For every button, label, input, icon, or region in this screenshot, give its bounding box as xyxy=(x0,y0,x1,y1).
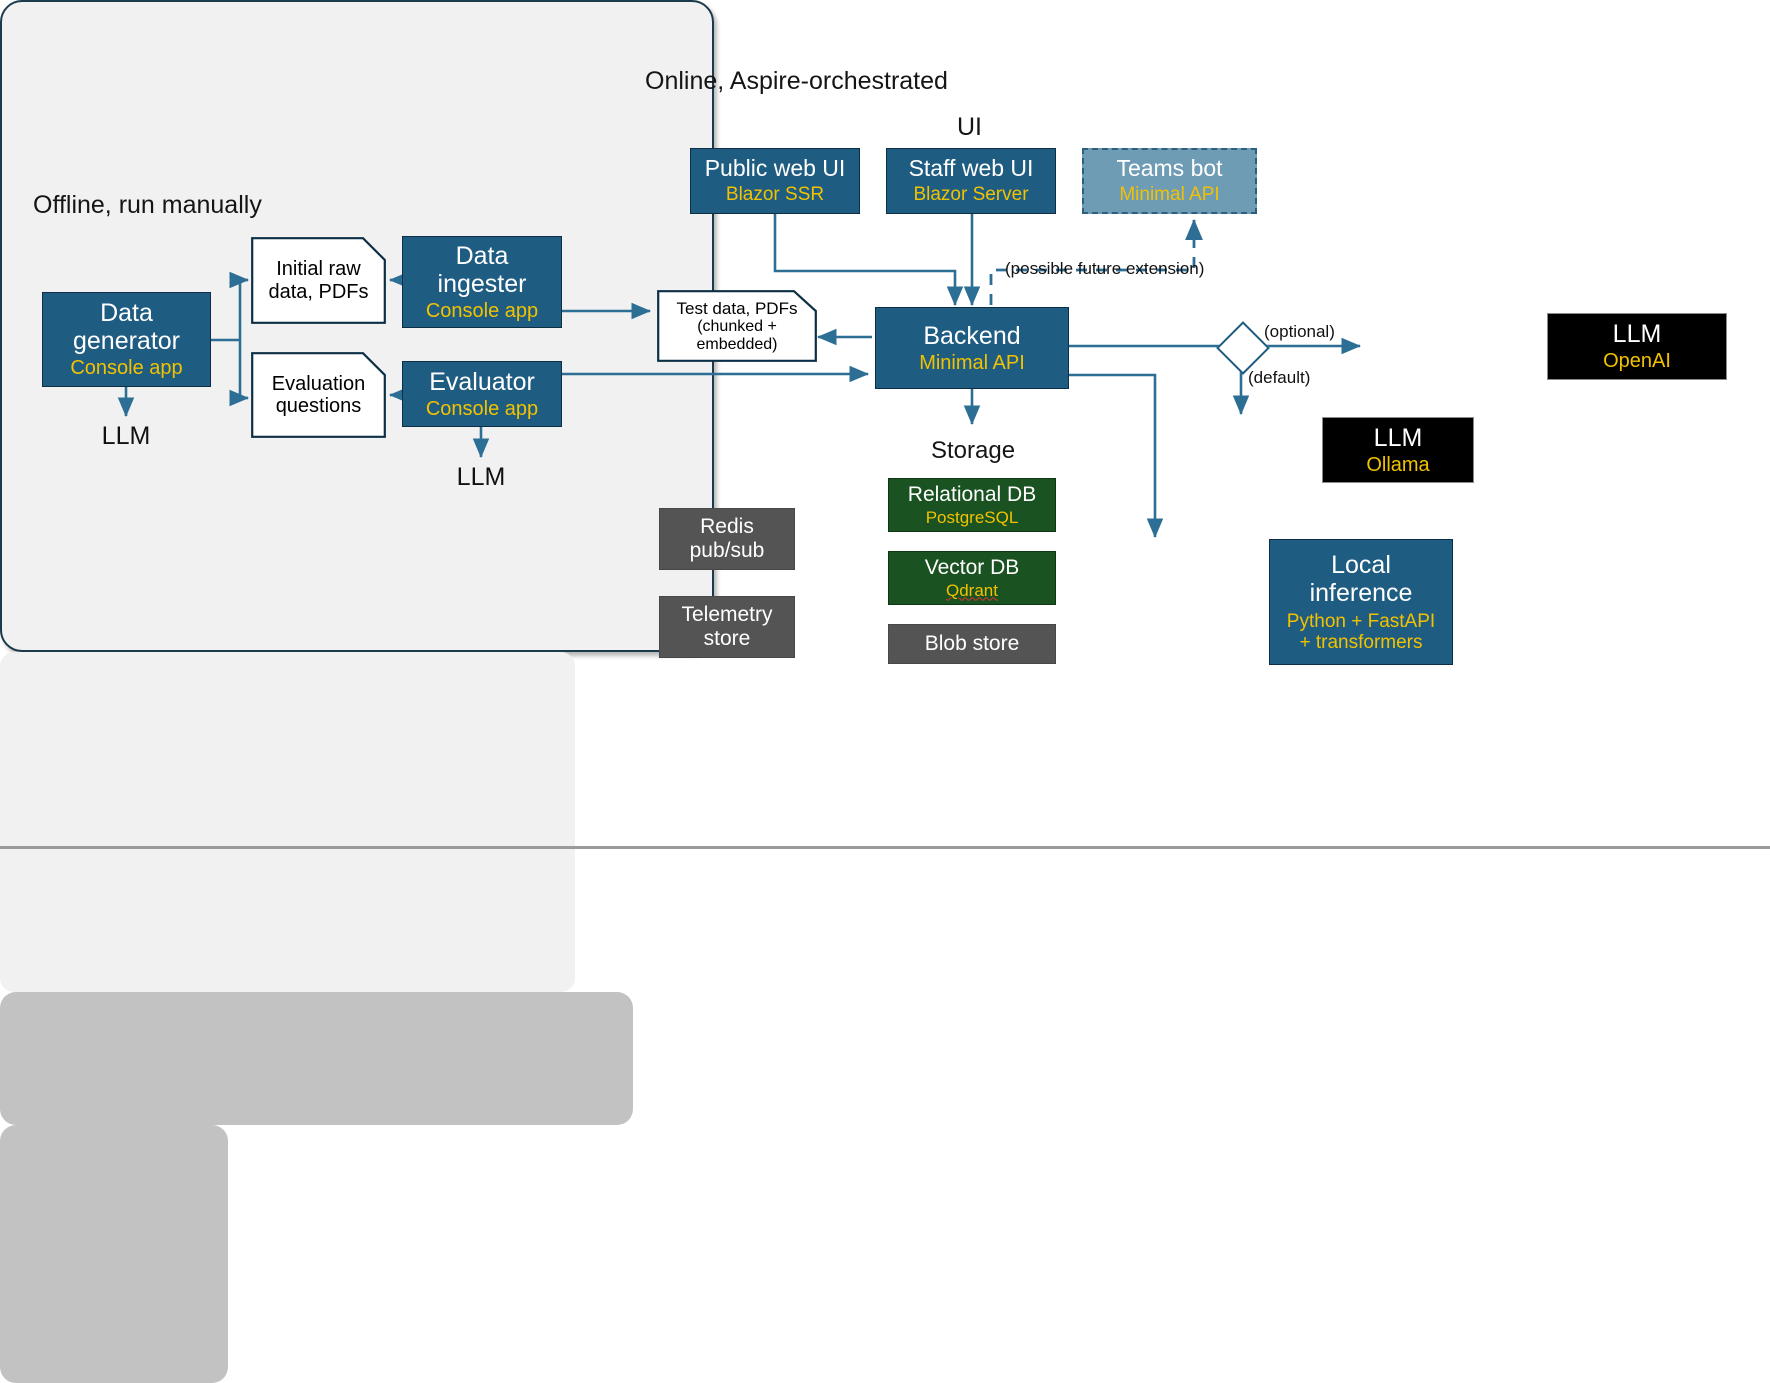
node-test-data-pdfs-line3: embedded) xyxy=(696,335,778,353)
node-local-inference-subtitle: Python + FastAPI xyxy=(1286,610,1436,632)
node-data-generator-line1: Data xyxy=(100,299,153,328)
group-ui xyxy=(0,992,633,1125)
node-test-data-pdfs[interactable]: Test data, PDFs (chunked + embedded) xyxy=(657,290,817,362)
node-initial-raw-data[interactable]: Initial raw data, PDFs xyxy=(251,237,386,324)
node-telemetry-store-line1: Telemetry xyxy=(681,603,773,627)
node-staff-web-ui-subtitle: Blazor Server xyxy=(913,184,1029,206)
node-llm-openai-line1: LLM xyxy=(1612,320,1662,349)
node-llm-openai[interactable]: LLM OpenAI xyxy=(1547,313,1727,380)
node-evaluation-questions-line2: questions xyxy=(275,395,362,417)
node-data-ingester[interactable]: Data ingester Console app xyxy=(402,236,562,328)
node-evaluator-subtitle: Console app xyxy=(425,397,539,420)
node-test-data-pdfs-line2: (chunked + xyxy=(697,317,777,335)
group-storage-title: Storage xyxy=(931,437,1016,464)
node-data-ingester-subtitle: Console app xyxy=(425,299,539,322)
node-data-ingester-line1: Data xyxy=(455,241,509,270)
node-llm-openai-subtitle: OpenAI xyxy=(1603,350,1671,373)
node-evaluator[interactable]: Evaluator Console app xyxy=(402,361,562,427)
node-teams-bot-subtitle: Minimal API xyxy=(1119,184,1220,206)
node-initial-raw-data-line2: data, PDFs xyxy=(268,280,369,303)
node-staff-web-ui-line1: Staff web UI xyxy=(908,155,1034,182)
node-vector-db[interactable]: Vector DB Qdrant xyxy=(888,551,1056,605)
node-public-web-ui-line1: Public web UI xyxy=(704,155,846,182)
node-llm-offline-evaluator: LLM xyxy=(456,463,506,491)
node-evaluator-line1: Evaluator xyxy=(429,367,535,396)
node-staff-web-ui[interactable]: Staff web UI Blazor Server xyxy=(886,148,1056,214)
node-telemetry-store-line2: store xyxy=(703,627,751,650)
node-data-generator-subtitle: Console app xyxy=(70,357,183,380)
node-relational-db-line1: Relational DB xyxy=(907,483,1037,507)
node-data-ingester-line2: ingester xyxy=(437,269,527,298)
node-backend-line1: Backend xyxy=(923,321,1021,350)
node-vector-db-line1: Vector DB xyxy=(924,556,1020,580)
group-online-title: Online, Aspire-orchestrated xyxy=(645,67,948,95)
node-llm-offline-generator: LLM xyxy=(101,422,151,450)
node-local-inference[interactable]: Local inference Python + FastAPI + trans… xyxy=(1269,539,1453,665)
node-blob-store[interactable]: Blob store xyxy=(888,624,1056,664)
node-llm-ollama-subtitle: Ollama xyxy=(1366,453,1430,476)
node-llm-ollama-line1: LLM xyxy=(1373,423,1423,452)
node-local-inference-subtitle2: + transformers xyxy=(1299,632,1423,653)
node-redis-pubsub[interactable]: Redis pub/sub xyxy=(659,508,795,570)
node-redis-pubsub-line2: pub/sub xyxy=(689,539,765,562)
node-data-generator-line2: generator xyxy=(72,327,181,356)
node-public-web-ui[interactable]: Public web UI Blazor SSR xyxy=(690,148,860,214)
node-test-data-pdfs-line1: Test data, PDFs xyxy=(676,298,798,318)
node-initial-raw-data-line1: Initial raw xyxy=(276,258,361,281)
node-teams-bot-line1: Teams bot xyxy=(1116,155,1223,182)
node-data-generator[interactable]: Data generator Console app xyxy=(42,292,211,387)
edge-label-future-extension: (possible future extension) xyxy=(1005,259,1205,278)
group-offline-title: Offline, run manually xyxy=(33,191,262,219)
group-storage xyxy=(0,1125,228,1383)
node-local-inference-line1: Local xyxy=(1331,550,1391,579)
node-vector-db-subtitle: Qdrant xyxy=(946,580,998,600)
bottom-divider xyxy=(0,846,1770,849)
node-blob-store-line1: Blob store xyxy=(924,632,1020,656)
node-evaluation-questions[interactable]: Evaluation questions xyxy=(251,352,386,438)
node-relational-db-subtitle: PostgreSQL xyxy=(925,507,1019,527)
node-llm-ollama[interactable]: LLM Ollama xyxy=(1322,417,1474,483)
node-telemetry-store[interactable]: Telemetry store xyxy=(659,596,795,658)
node-relational-db[interactable]: Relational DB PostgreSQL xyxy=(888,478,1056,532)
edge-label-default: (default) xyxy=(1248,368,1311,387)
group-ui-title: UI xyxy=(957,113,982,141)
node-local-inference-line2: inference xyxy=(1309,578,1413,607)
node-evaluation-questions-line1: Evaluation xyxy=(271,372,366,395)
node-redis-pubsub-line1: Redis xyxy=(700,515,754,539)
node-public-web-ui-subtitle: Blazor SSR xyxy=(725,184,825,206)
edge-label-optional: (optional) xyxy=(1264,322,1335,341)
node-backend[interactable]: Backend Minimal API xyxy=(875,307,1069,389)
node-teams-bot[interactable]: Teams bot Minimal API xyxy=(1082,148,1257,214)
node-backend-subtitle: Minimal API xyxy=(919,351,1025,374)
